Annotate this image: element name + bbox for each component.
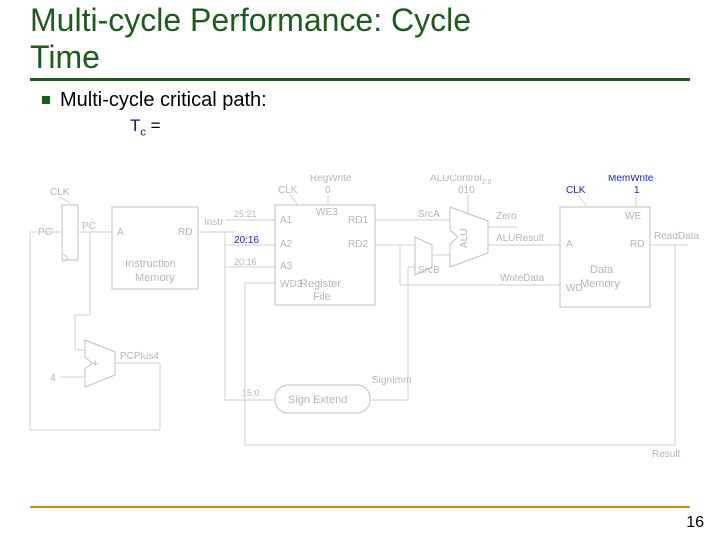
dmem-rd: RD — [630, 239, 644, 250]
bullet-square-icon — [42, 96, 50, 104]
bottom-rule — [30, 506, 690, 508]
imem-l2: Memory — [135, 272, 175, 284]
zero-label: Zero — [496, 211, 517, 222]
rf-l1: Register — [300, 278, 341, 290]
datapath-diagram: CLK PC' PC A RD Instruction Memory Instr… — [20, 175, 700, 465]
aluctrl-val: 010 — [458, 185, 475, 196]
title-line-2: Time — [30, 39, 100, 75]
signext-label: Sign Extend — [288, 394, 347, 406]
clk-label-2: CLK — [278, 185, 298, 196]
readdata-label: ReadData — [654, 231, 699, 242]
page-number: 16 — [686, 514, 704, 532]
regwrite-val: 0 — [325, 185, 331, 196]
plus-label: + — [92, 358, 98, 370]
clk-label-1: CLK — [50, 187, 70, 198]
rf-l2: File — [313, 291, 331, 303]
clk-label-3: CLK — [566, 185, 586, 196]
srcb-label: SrcB — [418, 265, 440, 276]
imem-l1: Instruction — [125, 258, 176, 270]
bullet-text: Multi-cycle critical path: — [60, 89, 267, 112]
rf-a3: A3 — [280, 261, 293, 272]
instr-label: Instr — [204, 217, 224, 228]
rf-rd2: RD2 — [348, 239, 368, 250]
dmem-a: A — [566, 239, 573, 250]
bits-2016b: 20:16 — [234, 257, 257, 267]
regwrite-label: RegWrite — [310, 175, 352, 184]
bullet-row: Multi-cycle critical path: — [42, 89, 690, 112]
title-underline — [30, 78, 690, 81]
srca-label: SrcA — [418, 209, 440, 220]
imem-rd: RD — [178, 227, 192, 238]
rf-a2: A2 — [280, 239, 293, 250]
dmem-l2: Memory — [580, 278, 620, 290]
title-line-1: Multi-cycle Performance: Cycle — [30, 2, 471, 38]
rf-we3: WE3 — [316, 207, 338, 218]
alures-label: ALUResult — [496, 233, 544, 244]
four-label: 4 — [50, 373, 56, 384]
pc-label: PC — [82, 221, 96, 232]
dmem-we: WE — [625, 211, 641, 222]
bits-2521: 25:21 — [234, 209, 257, 219]
pcplus4-label: PCPlus4 — [120, 351, 159, 362]
slide-title: Multi-cycle Performance: Cycle Time — [30, 0, 690, 76]
dmem-l1: Data — [590, 264, 614, 276]
memwrite-val: 1 — [634, 185, 640, 196]
tc-symbol: T — [130, 116, 140, 135]
rf-a1: A1 — [280, 215, 293, 226]
rf-rd1: RD1 — [348, 215, 368, 226]
imem-a: A — [117, 227, 124, 238]
bits-2016a: 20:16 — [234, 235, 259, 246]
signimm-label: SignImm — [372, 375, 411, 386]
alu-label: ALU — [459, 229, 470, 248]
result-label: Result — [652, 449, 681, 460]
writedata-label: WriteData — [500, 273, 545, 284]
tc-equals: = — [146, 116, 161, 135]
formula: Tc = — [130, 116, 690, 138]
memwrite-label: MemWrite — [608, 175, 654, 184]
